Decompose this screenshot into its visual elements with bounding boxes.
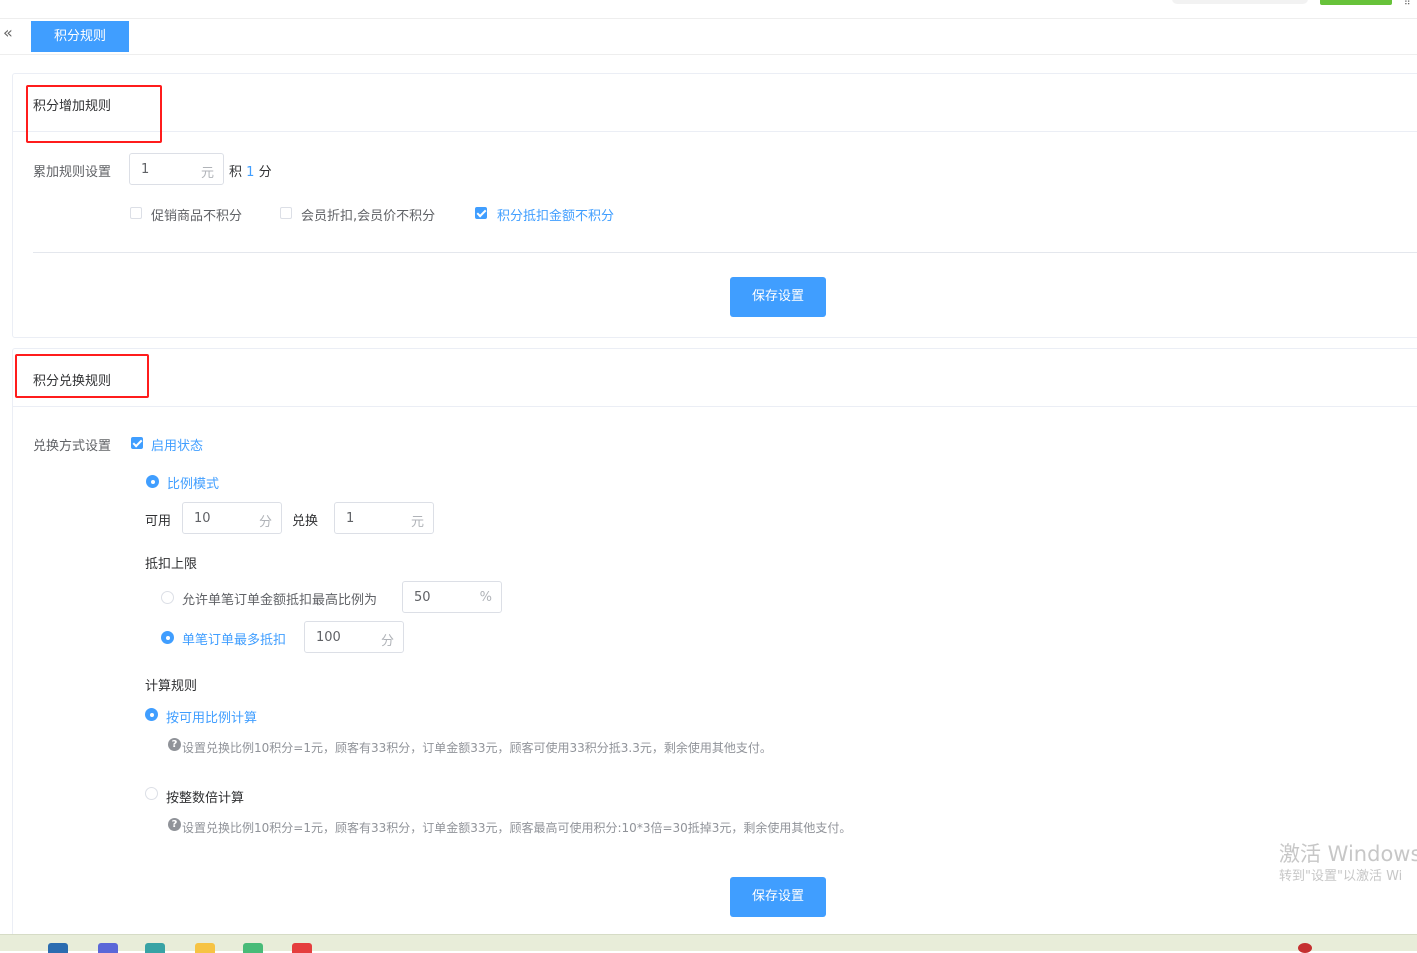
taskbar-app-icon[interactable] bbox=[292, 943, 312, 953]
input-value: 10 bbox=[194, 511, 211, 526]
activation-watermark-subtitle: 转到"设置"以激活 Wi bbox=[1279, 869, 1403, 884]
input-value: 1 bbox=[141, 162, 150, 177]
enabled-label[interactable]: 启用状态 bbox=[151, 435, 203, 454]
earn-prefix: 积 bbox=[229, 165, 243, 180]
notification-icon[interactable] bbox=[1298, 943, 1312, 953]
input-value: 100 bbox=[316, 630, 341, 645]
activation-watermark-title: 激活 Windows bbox=[1279, 842, 1417, 866]
double-chevron-left-icon[interactable]: « bbox=[3, 23, 13, 42]
earn-suffix: 分 bbox=[258, 165, 272, 180]
tab-points-rules[interactable]: 积分规则 bbox=[31, 21, 129, 52]
input-unit: 元 bbox=[200, 166, 214, 181]
limit-ratio-input[interactable]: 50 % bbox=[402, 581, 502, 613]
input-value: 1 bbox=[346, 511, 355, 526]
member-discount-no-points-label[interactable]: 会员折扣,会员价不积分 bbox=[301, 205, 435, 224]
input-unit: 元 bbox=[410, 515, 424, 530]
input-unit: 分 bbox=[258, 515, 272, 530]
promo-no-points-label[interactable]: 促销商品不积分 bbox=[151, 205, 242, 224]
more-icon[interactable]: ⠿ bbox=[1404, 0, 1411, 8]
save-accrual-button[interactable]: 保存设置 bbox=[730, 277, 826, 317]
earn-text: 积 1 分 bbox=[229, 161, 272, 180]
calc-multiple-hint: 设置兑换比例10积分=1元，顾客有33积分，订单金额33元，顾客最高可使用积分:… bbox=[182, 821, 852, 835]
top-bar: ⠿ bbox=[0, 0, 1417, 19]
limit-ratio-label[interactable]: 允许单笔订单金额抵扣最高比例为 bbox=[182, 589, 377, 608]
rule-label: 累加规则设置 bbox=[33, 165, 112, 180]
ratio-mode-label[interactable]: 比例模式 bbox=[167, 473, 219, 492]
question-circle-icon: ? bbox=[168, 738, 181, 751]
card-header: 积分增加规则 bbox=[13, 74, 1417, 132]
exchange-label: 兑换 bbox=[292, 514, 319, 529]
exchange-amount-input[interactable]: 1 元 bbox=[334, 502, 434, 534]
calc-ratio-label[interactable]: 按可用比例计算 bbox=[166, 707, 257, 726]
taskbar-app-icon[interactable] bbox=[98, 943, 118, 953]
taskbar-folder-icon[interactable] bbox=[195, 943, 215, 953]
taskbar-app-icon[interactable] bbox=[48, 943, 68, 953]
question-circle-icon: ? bbox=[168, 818, 181, 831]
accrual-rules-card: 积分增加规则 累加规则设置 1 元 积 1 分 促销商品不积分 会员折扣,会员价… bbox=[12, 73, 1417, 338]
ratio-mode-radio[interactable] bbox=[146, 475, 159, 488]
input-value: 50 bbox=[414, 590, 431, 605]
enabled-checkbox[interactable] bbox=[131, 437, 143, 449]
card-header: 积分兑换规则 bbox=[13, 349, 1417, 407]
highlight-box bbox=[26, 85, 162, 143]
deduction-no-points-checkbox[interactable] bbox=[475, 207, 487, 219]
highlight-box bbox=[15, 354, 149, 398]
input-unit: 分 bbox=[380, 634, 394, 649]
limit-ratio-radio[interactable] bbox=[161, 591, 174, 604]
limit-max-label[interactable]: 单笔订单最多抵扣 bbox=[182, 629, 286, 648]
usable-points-input[interactable]: 10 分 bbox=[182, 502, 282, 534]
limit-max-input[interactable]: 100 分 bbox=[304, 621, 404, 653]
input-unit: % bbox=[479, 590, 492, 605]
save-exchange-button[interactable]: 保存设置 bbox=[730, 877, 826, 917]
calc-multiple-label[interactable]: 按整数倍计算 bbox=[166, 787, 244, 806]
divider bbox=[33, 252, 1417, 253]
calc-title: 计算规则 bbox=[145, 679, 198, 694]
taskbar-chat-icon[interactable] bbox=[243, 943, 263, 953]
calc-ratio-radio[interactable] bbox=[145, 708, 158, 721]
calc-ratio-hint: 设置兑换比例10积分=1元，顾客有33积分，订单金额33元，顾客可使用33积分抵… bbox=[182, 741, 772, 755]
os-taskbar bbox=[0, 934, 1417, 953]
member-discount-no-points-checkbox[interactable] bbox=[280, 207, 292, 219]
promo-no-points-checkbox[interactable] bbox=[130, 207, 142, 219]
calc-multiple-radio[interactable] bbox=[145, 787, 158, 800]
earn-points: 1 bbox=[246, 165, 255, 180]
tab-bar: « 积分规则 bbox=[0, 19, 1417, 55]
top-action-button[interactable] bbox=[1320, 0, 1392, 5]
amount-input[interactable]: 1 元 bbox=[129, 153, 224, 185]
top-search-input[interactable] bbox=[1172, 0, 1308, 4]
usable-label: 可用 bbox=[145, 514, 172, 529]
method-label: 兑换方式设置 bbox=[33, 439, 112, 454]
taskbar-browser-icon[interactable] bbox=[145, 943, 165, 953]
exchange-rules-card: 积分兑换规则 兑换方式设置 启用状态 比例模式 可用 10 分 兑换 1 元 抵… bbox=[12, 348, 1417, 950]
limit-title: 抵扣上限 bbox=[145, 557, 198, 572]
limit-max-radio[interactable] bbox=[161, 631, 174, 644]
deduction-no-points-label[interactable]: 积分抵扣金额不积分 bbox=[497, 205, 614, 224]
